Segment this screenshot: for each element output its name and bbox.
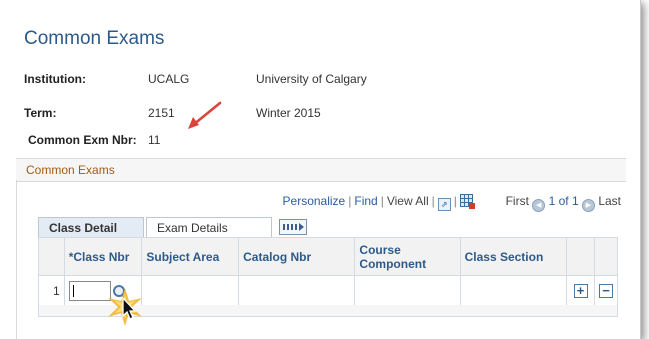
add-row-cell: + — [566, 275, 595, 306]
next-row-icon[interactable]: ▶ — [581, 199, 595, 212]
last-label: Last — [598, 194, 621, 208]
previous-row-icon[interactable]: ◀ — [532, 199, 546, 212]
page-frame: Common Exams Institution: UCALG Universi… — [0, 0, 641, 339]
row-number: 1 — [38, 275, 65, 306]
institution-label: Institution: — [24, 72, 86, 86]
column-header-class-section: Class Section — [459, 237, 568, 276]
institution-code: UCALG — [148, 72, 190, 86]
course-component-cell — [354, 275, 461, 306]
remove-column-header — [594, 237, 618, 276]
common-exm-nbr-label: Common Exm Nbr: — [28, 133, 137, 147]
download-grid-icon[interactable] — [459, 194, 475, 209]
find-link[interactable]: Find — [354, 194, 377, 208]
common-exm-nbr-value: 11 — [148, 133, 161, 147]
column-header-catalog-nbr: Catalog Nbr — [238, 237, 356, 276]
view-all-link[interactable]: View All — [387, 194, 429, 208]
section-header: Common Exams — [16, 158, 626, 182]
row-range: 1 of 1 — [548, 194, 579, 208]
personalize-link[interactable]: Personalize — [283, 194, 346, 208]
add-row-button[interactable]: + — [573, 283, 588, 298]
new-window-icon[interactable]: ⇗ — [437, 198, 451, 211]
add-column-header — [566, 237, 595, 276]
red-pointer-arrow-icon — [188, 101, 222, 129]
column-header-subject-area: Subject Area — [141, 237, 240, 276]
delete-row-cell: − — [594, 275, 618, 306]
subject-area-cell — [141, 275, 240, 306]
grid-navigation: Personalize | Find | View All | ⇗ | First ◀ 1 o… — [283, 194, 621, 212]
tab-class-detail[interactable]: Class Detail — [38, 217, 144, 238]
show-all-columns-icon[interactable] — [279, 219, 307, 235]
column-header-class-nbr: *Class Nbr — [63, 237, 143, 276]
class-section-cell — [459, 275, 568, 306]
row-number-header — [38, 237, 65, 276]
tab-exam-details[interactable]: Exam Details — [146, 217, 272, 238]
term-label: Term: — [24, 106, 57, 120]
page-title: Common Exams — [24, 28, 165, 49]
section-title: Common Exams — [26, 163, 115, 177]
delete-row-button[interactable]: − — [599, 283, 613, 298]
term-description: Winter 2015 — [256, 106, 321, 120]
first-label: First — [505, 194, 529, 208]
click-highlight-cursor-icon — [108, 288, 142, 326]
column-header-course-component: Course Component — [354, 237, 461, 276]
term-code: 2151 — [148, 106, 175, 120]
institution-description: University of Calgary — [256, 72, 367, 86]
catalog-nbr-cell — [238, 275, 356, 306]
